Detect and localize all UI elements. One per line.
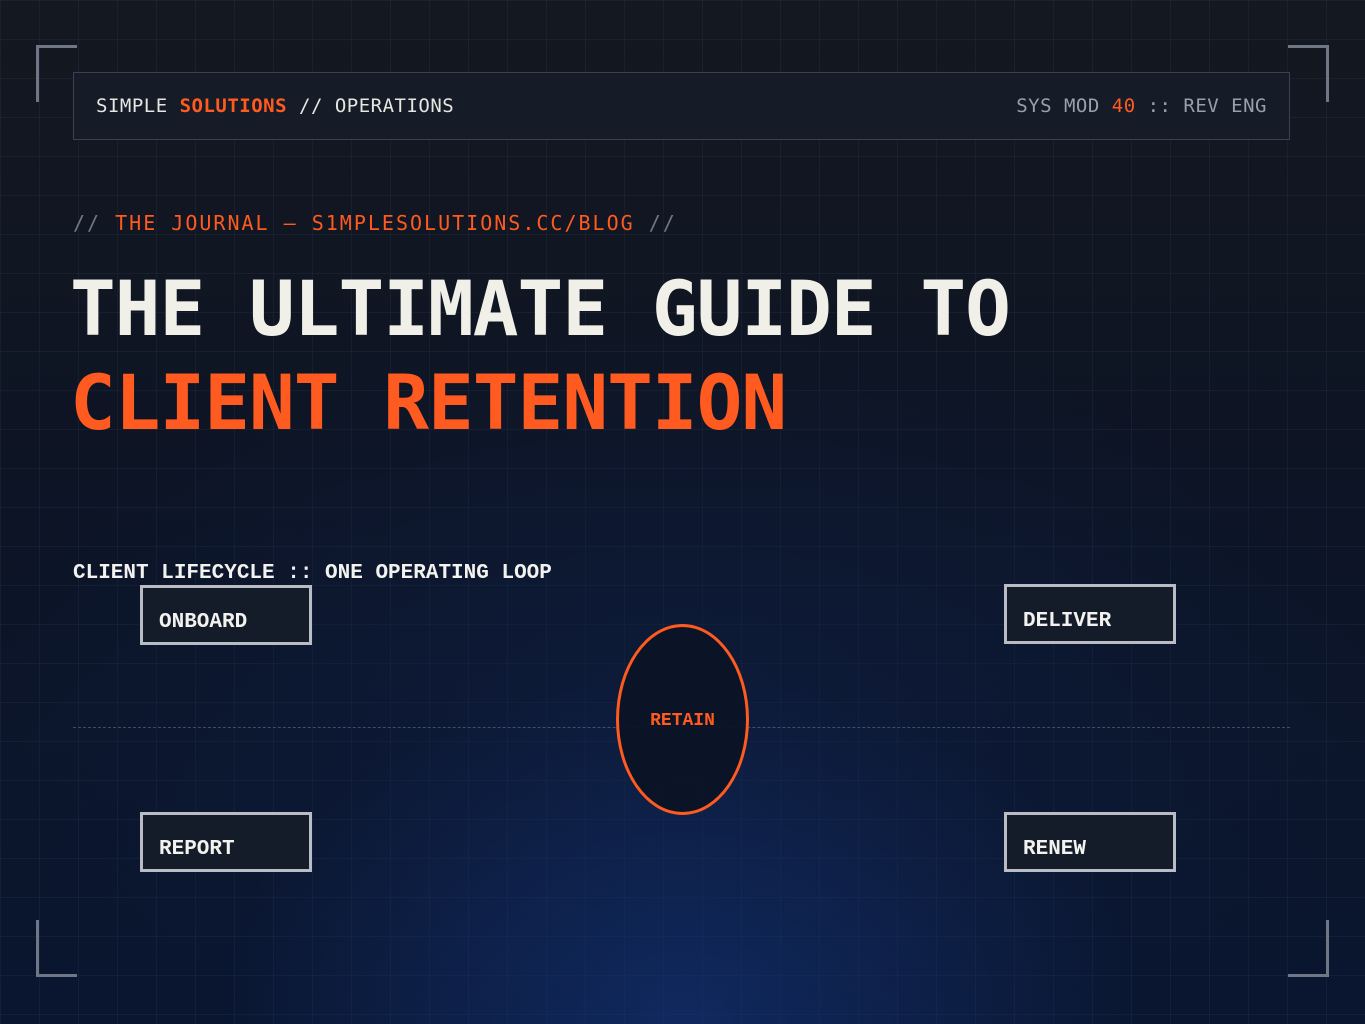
brand-wordmark: SIMPLE SOLUTIONS // OPERATIONS: [96, 95, 454, 117]
brand-solutions: SOLUTIONS: [179, 95, 288, 117]
frame-corner-top-right: [1288, 45, 1329, 102]
diagram-label: CLIENT LIFECYCLE :: ONE OPERATING LOOP: [73, 562, 552, 585]
page-title: THE ULTIMATE GUIDE TO CLIENT RETENTION: [70, 262, 1011, 450]
sys-prefix: SYS MOD: [1016, 95, 1100, 117]
node-label-deliver: DELIVER: [1023, 610, 1112, 633]
brand-section: // OPERATIONS: [299, 95, 455, 117]
frame-corner-bottom-left: [36, 920, 77, 977]
node-label-onboard: ONBOARD: [159, 611, 248, 634]
hub-label-retain: RETAIN: [650, 711, 715, 731]
brand-simple: SIMPLE: [96, 95, 168, 117]
title-line-2: CLIENT RETENTION: [70, 358, 787, 447]
sys-suffix: :: REV ENG: [1147, 95, 1267, 117]
node-label-renew: RENEW: [1023, 838, 1087, 861]
frame-corner-bottom-right: [1288, 920, 1329, 977]
kicker-open-slashes: //: [73, 211, 102, 235]
lifecycle-node-deliver: DELIVER: [1004, 584, 1176, 644]
system-module-tag: SYS MOD 40 :: REV ENG: [1016, 95, 1267, 117]
top-bar: SIMPLE SOLUTIONS // OPERATIONS SYS MOD 4…: [73, 72, 1290, 140]
lifecycle-hub-retain: RETAIN: [616, 624, 749, 815]
title-line-1: THE ULTIMATE GUIDE TO: [70, 264, 1011, 353]
node-label-report: REPORT: [159, 838, 235, 861]
lifecycle-node-report: REPORT: [140, 812, 312, 872]
journal-kicker: // THE JOURNAL — S1MPLESOLUTIONS.CC/BLOG…: [73, 211, 677, 235]
frame-corner-top-left: [36, 45, 77, 102]
kicker-close-slashes: //: [648, 211, 677, 235]
lifecycle-node-onboard: ONBOARD: [140, 585, 312, 645]
sys-number: 40: [1111, 95, 1136, 117]
kicker-text: THE JOURNAL — S1MPLESOLUTIONS.CC/BLOG: [115, 211, 635, 235]
lifecycle-node-renew: RENEW: [1004, 812, 1176, 872]
